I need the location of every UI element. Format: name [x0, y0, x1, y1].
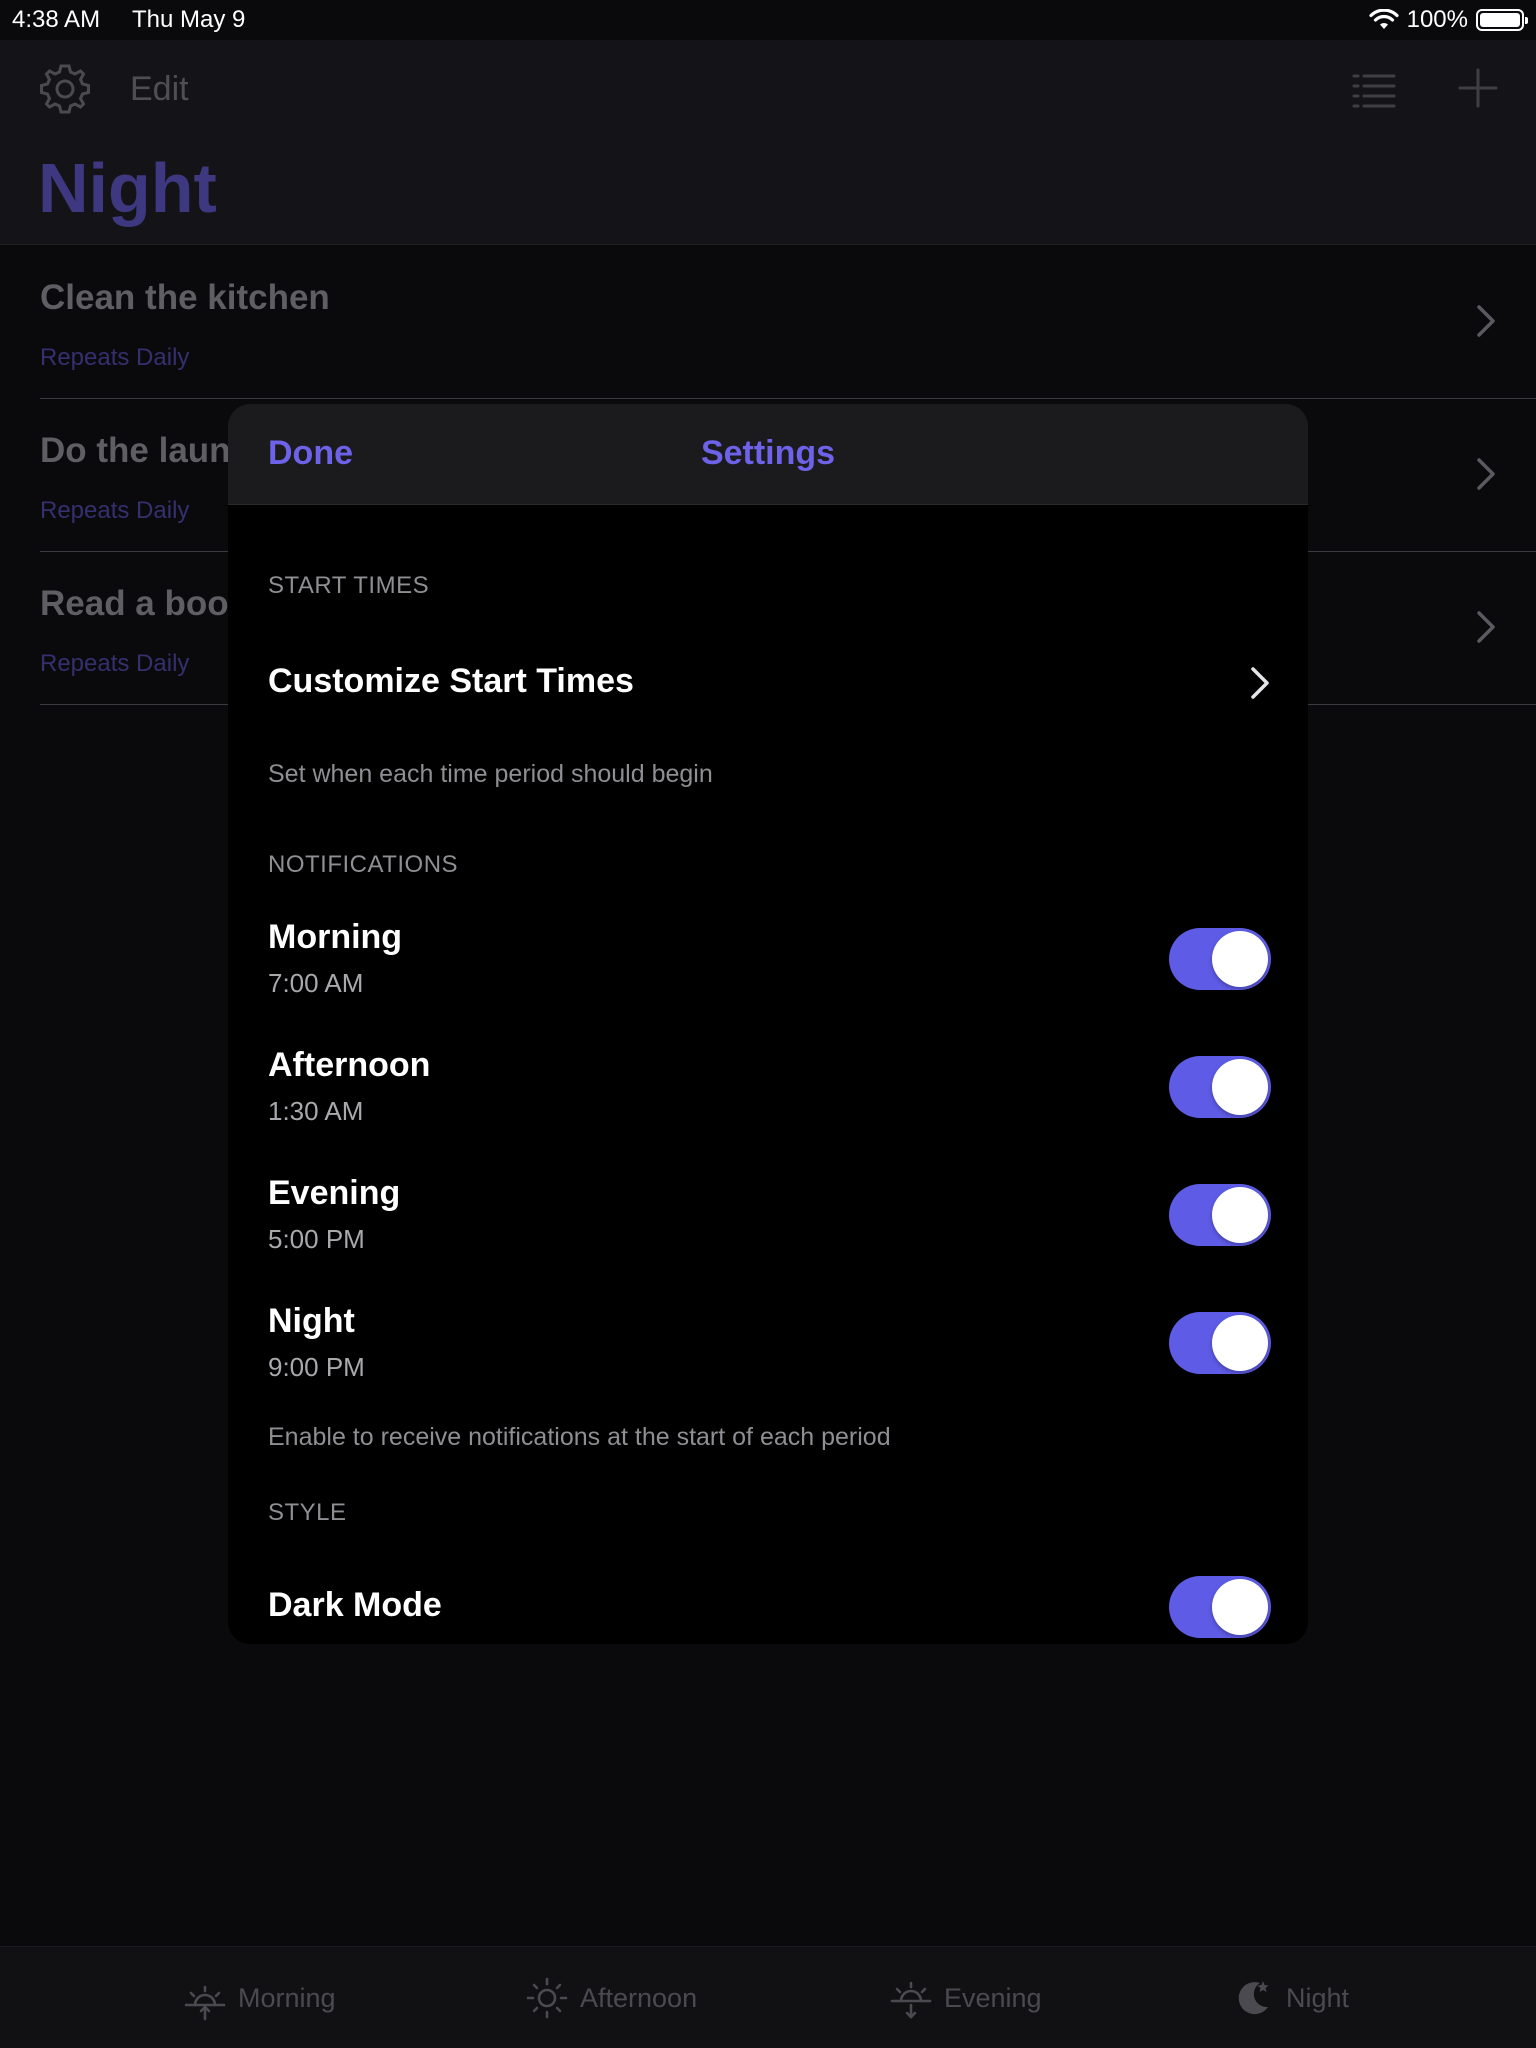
notification-time: 9:00 PM [268, 1352, 365, 1382]
tab-morning[interactable]: Morning [182, 1975, 336, 2021]
notification-time: 1:30 AM [268, 1096, 364, 1126]
status-right: 100% [1369, 6, 1528, 34]
sun-icon [526, 1977, 568, 2019]
modal-header: Done Settings [228, 404, 1308, 505]
notification-time: 7:00 AM [268, 968, 364, 998]
modal-title: Settings [700, 434, 836, 472]
night-toggle[interactable] [1169, 1312, 1271, 1374]
chevron-right-icon [1477, 611, 1495, 643]
chevron-right-icon [1477, 305, 1495, 337]
status-date: Thu May 9 [132, 6, 246, 33]
section-header-notifications: NOTIFICATIONS [268, 851, 459, 878]
task-title: Clean the kitchen [40, 278, 330, 317]
task-repeat: Repeats Daily [40, 497, 190, 524]
task-row[interactable]: Clean the kitchen Repeats Daily [40, 246, 1536, 399]
status-time: 4:38 AM [12, 6, 101, 33]
tab-label: Evening [944, 1982, 1042, 2013]
dark-mode-toggle[interactable] [1169, 1576, 1271, 1638]
notification-label: Morning [268, 918, 403, 956]
customize-start-times-label: Customize Start Times [268, 662, 634, 700]
task-title: Read a book [40, 584, 249, 623]
chevron-right-icon [1251, 667, 1269, 699]
app-header: Edit Night [0, 40, 1536, 245]
tab-label: Night [1286, 1982, 1350, 2013]
morning-toggle[interactable] [1169, 928, 1271, 990]
page-title: Night [38, 149, 217, 227]
add-icon[interactable] [1456, 66, 1500, 110]
tab-afternoon[interactable]: Afternoon [524, 1975, 697, 2021]
section-header-start-times: START TIMES [268, 572, 430, 599]
tab-bar: Morning Afternoon Evening Night [0, 1946, 1536, 2048]
notifications-footer: Enable to receive notifications at the s… [268, 1423, 891, 1451]
edit-button[interactable]: Edit [130, 70, 189, 109]
settings-modal: Done Settings START TIMES Customize Star… [228, 404, 1308, 1644]
list-icon[interactable] [1350, 70, 1398, 110]
sunrise-icon [184, 1985, 226, 2021]
notification-time: 5:00 PM [268, 1224, 365, 1254]
afternoon-toggle[interactable] [1169, 1056, 1271, 1118]
notification-label: Night [268, 1302, 355, 1340]
moon-icon [1238, 1981, 1269, 2015]
tab-label: Morning [238, 1982, 336, 2013]
evening-toggle[interactable] [1169, 1184, 1271, 1246]
status-bar: 4:38 AM Thu May 9 100% [0, 0, 1536, 40]
dark-mode-label: Dark Mode [268, 1586, 442, 1624]
battery-percent: 100% [1406, 6, 1468, 33]
tab-night[interactable]: Night [1230, 1975, 1349, 2021]
chevron-right-icon [1477, 458, 1495, 490]
tab-evening[interactable]: Evening [888, 1975, 1042, 2021]
customize-start-times-row[interactable]: Customize Start Times [228, 636, 1308, 716]
notification-label: Evening [268, 1174, 401, 1212]
battery-icon [1476, 9, 1528, 31]
section-header-style: STYLE [268, 1499, 347, 1526]
tab-label: Afternoon [580, 1982, 698, 2013]
sunset-icon [890, 1981, 932, 2019]
task-repeat: Repeats Daily [40, 344, 190, 371]
start-times-footer: Set when each time period should begin [268, 760, 713, 788]
gear-icon[interactable] [38, 62, 92, 116]
notification-label: Afternoon [268, 1046, 431, 1084]
wifi-icon [1369, 9, 1399, 29]
task-repeat: Repeats Daily [40, 650, 190, 677]
